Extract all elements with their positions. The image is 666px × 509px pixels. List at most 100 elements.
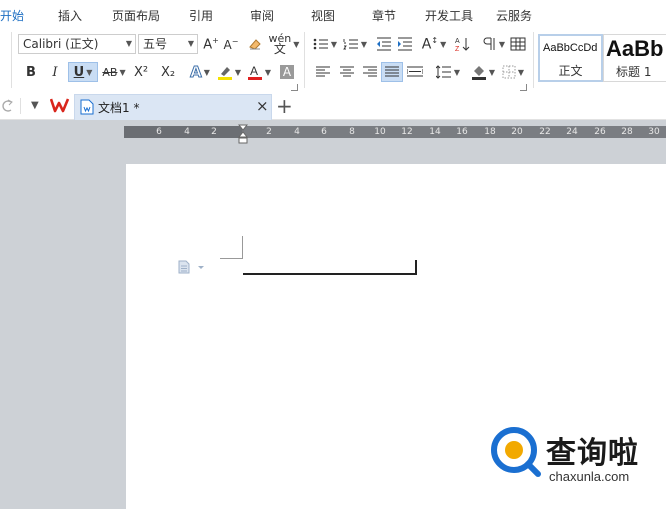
tab-cloud-service[interactable]: 云服务	[496, 0, 532, 30]
writer-doc-icon	[80, 99, 94, 118]
tab-view[interactable]: 视图	[311, 0, 335, 30]
tab-developer[interactable]: 开发工具	[425, 0, 473, 30]
ruler-tick: 18	[484, 127, 496, 137]
distributed-button[interactable]	[404, 62, 426, 82]
grow-font-button[interactable]: A+	[201, 34, 221, 54]
bold-button[interactable]: B	[22, 62, 40, 82]
bullets-button[interactable]: ▼	[311, 34, 339, 54]
line-spacing-icon	[435, 65, 451, 79]
tab-insert[interactable]: 插入	[58, 0, 82, 30]
tab-references[interactable]: 引用	[189, 0, 213, 30]
font-dialog-launcher[interactable]	[291, 84, 298, 91]
ruler-tick: 2	[211, 127, 217, 137]
decrease-indent-button[interactable]	[374, 34, 394, 54]
chinese-layout-button[interactable]: A↕ ▼	[419, 34, 449, 54]
strikethrough-button[interactable]: AB ▼	[100, 62, 128, 82]
paragraph-handle-icon[interactable]	[178, 260, 206, 277]
ruler-tick: 26	[594, 127, 606, 137]
tab-page-layout[interactable]: 页面布局	[112, 0, 160, 30]
ribbon-divider	[533, 32, 534, 88]
ruler-tick: 16	[456, 127, 468, 137]
document-tab[interactable]: 文档1 * ×	[74, 94, 272, 120]
chevron-down-icon: ▼	[86, 67, 93, 77]
style-normal-label: 正文	[558, 64, 583, 78]
wps-logo-icon[interactable]	[49, 96, 70, 117]
margin-corner-mark	[220, 236, 243, 259]
borders-button[interactable]: ▼	[499, 62, 527, 82]
chevron-down-icon: ▼	[488, 67, 496, 77]
char-shading-button[interactable]: A	[278, 62, 296, 82]
align-center-button[interactable]	[338, 62, 356, 82]
ruler-tick: 10	[374, 127, 386, 137]
inserted-line-shape[interactable]	[243, 260, 417, 275]
chevron-down-icon: ▼	[453, 67, 461, 77]
ruler-tick: 4	[294, 127, 300, 137]
ruler-tick: 28	[621, 127, 633, 137]
justify-button[interactable]	[381, 62, 403, 82]
magnifier-logo-icon	[491, 427, 541, 477]
tab-review[interactable]: 审阅	[250, 0, 274, 30]
sort-button[interactable]: AZ	[452, 34, 472, 54]
outdent-icon	[377, 37, 391, 51]
underline-label: U	[73, 64, 85, 80]
ruler-tick: 6	[321, 127, 327, 137]
table-button[interactable]	[508, 34, 528, 54]
redo-icon[interactable]	[1, 99, 13, 116]
horizontal-ruler[interactable]: 6 4 2 2 4 6 8 10 12 14 16 18 20 22 24 26…	[124, 126, 666, 138]
new-tab-icon[interactable]: +	[276, 94, 293, 118]
shrink-font-icon: A−	[223, 36, 239, 52]
phonetic-icon: wén 文	[268, 32, 292, 56]
indent-marker-icon[interactable]	[237, 124, 249, 147]
chevron-down-icon: ▼	[360, 39, 368, 49]
tab-section[interactable]: 章节	[372, 0, 396, 30]
chevron-down-icon: ▼	[440, 39, 447, 49]
toolbar-divider	[20, 98, 21, 114]
border-icon	[502, 65, 516, 79]
align-right-button[interactable]	[361, 62, 379, 82]
font-color-button[interactable]: A ▼	[245, 62, 273, 82]
ribbon-divider	[304, 32, 305, 88]
chevron-down-icon: ▼	[264, 67, 272, 77]
align-right-icon	[363, 66, 377, 77]
chevron-down-icon: ▼	[517, 67, 525, 77]
menu-bar: 开始 插入 页面布局 引用 审阅 视图 章节 开发工具 云服务	[0, 0, 666, 30]
close-tab-icon[interactable]: ×	[256, 97, 269, 115]
align-left-button[interactable]	[314, 62, 332, 82]
show-marks-button[interactable]: ▼	[479, 34, 507, 54]
chevron-down-icon: ▼	[187, 39, 194, 48]
superscript-button[interactable]: X²	[131, 62, 151, 82]
line-spacing-button[interactable]: ▼	[434, 62, 462, 82]
chevron-down-icon: ▼	[330, 39, 338, 49]
document-tab-title: 文档1 *	[98, 101, 140, 115]
watermark-brand: 查询啦	[546, 436, 639, 471]
phonetic-guide-button[interactable]: wén 文 ▼	[268, 32, 300, 56]
table-icon	[510, 37, 526, 51]
subscript-button[interactable]: X₂	[157, 62, 179, 82]
ruler-tick: 30	[648, 127, 660, 137]
highlight-button[interactable]: ▼	[215, 62, 243, 82]
shrink-font-button[interactable]: A−	[221, 34, 241, 54]
chevron-down-icon[interactable]: ▼	[31, 100, 39, 111]
highlighter-icon	[217, 67, 232, 80]
increase-indent-button[interactable]	[395, 34, 415, 54]
font-size-select[interactable]: 五号 ▼	[138, 34, 198, 54]
strikethrough-label: AB	[102, 65, 118, 79]
paragraph-dialog-launcher[interactable]	[520, 84, 527, 91]
chevron-down-icon: ▼	[293, 39, 300, 49]
style-normal[interactable]: AaBbCcDd 正文	[538, 34, 603, 82]
eraser-icon	[249, 39, 261, 50]
style-heading-1[interactable]: AaBb 标题 1	[603, 34, 666, 82]
numbering-button[interactable]: ▼	[341, 34, 369, 54]
indent-icon	[398, 37, 412, 51]
shading-button[interactable]: ▼	[469, 62, 497, 82]
ruler-tick: 4	[184, 127, 190, 137]
italic-button[interactable]: I	[46, 62, 64, 82]
text-effect-button[interactable]: A ▼	[186, 62, 214, 82]
tab-home[interactable]: 开始	[0, 0, 24, 30]
distributed-align-icon	[407, 66, 423, 77]
svg-text:A: A	[455, 38, 460, 45]
clear-format-button[interactable]	[245, 34, 265, 54]
underline-button[interactable]: U ▼	[68, 62, 98, 82]
char-shading-icon: A	[279, 65, 295, 79]
font-name-select[interactable]: Calibri (正文) ▼	[18, 34, 136, 54]
